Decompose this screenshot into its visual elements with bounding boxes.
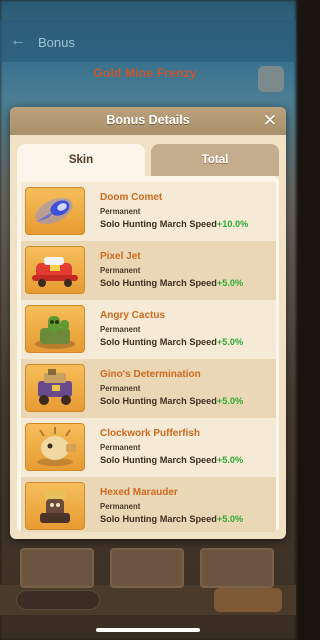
- item-name: Gino's Determination: [100, 369, 201, 380]
- background-event-banner: Gold Mine Frenzy: [93, 66, 197, 80]
- comet-icon: [25, 187, 85, 235]
- effect-label: Solo Hunting March Speed: [100, 514, 217, 524]
- item-effect: Solo Hunting March Speed+5.0%: [100, 514, 243, 524]
- background-screen-title: Bonus: [38, 35, 75, 50]
- cart-icon: [25, 364, 85, 412]
- background-card: [110, 548, 184, 588]
- item-duration: Permanent: [100, 325, 141, 334]
- bonus-value: +5.0%: [216, 337, 244, 347]
- background-card: [20, 548, 94, 588]
- item-duration: Permanent: [100, 266, 141, 275]
- bonus-details-modal: Bonus Details ✕ Skin Total Doom Comet Pe…: [10, 107, 286, 539]
- list-item: Hexed Marauder Permanent Solo Hunting Ma…: [21, 477, 276, 532]
- effect-label: Solo Hunting March Speed: [100, 278, 217, 288]
- home-indicator[interactable]: [96, 628, 200, 632]
- tab-skin[interactable]: Skin: [17, 144, 145, 176]
- skin-bonus-list[interactable]: Doom Comet Permanent Solo Hunting March …: [17, 176, 279, 532]
- list-item: Clockwork Pufferfish Permanent Solo Hunt…: [21, 418, 276, 477]
- pufferfish-icon: [25, 423, 85, 471]
- list-item: Pixel Jet Permanent Solo Hunting March S…: [21, 241, 276, 300]
- item-effect: Solo Hunting March Speed+5.0%: [100, 337, 243, 347]
- item-effect: Solo Hunting March Speed+5.0%: [100, 396, 243, 406]
- list-item: Doom Comet Permanent Solo Hunting March …: [21, 182, 276, 241]
- effect-label: Solo Hunting March Speed: [100, 337, 217, 347]
- jet-icon: [25, 246, 85, 294]
- bonus-value: +5.0%: [216, 455, 244, 465]
- item-effect: Solo Hunting March Speed+5.0%: [100, 278, 243, 288]
- effect-label: Solo Hunting March Speed: [100, 396, 217, 406]
- bonus-value: +5.0%: [216, 396, 244, 406]
- item-duration: Permanent: [100, 207, 141, 216]
- item-name: Hexed Marauder: [100, 487, 178, 498]
- bonus-value: +5.0%: [216, 514, 244, 524]
- effect-label: Solo Hunting March Speed: [100, 219, 217, 229]
- item-name: Angry Cactus: [100, 310, 166, 321]
- item-duration: Permanent: [100, 384, 141, 393]
- bonus-value: +10.0%: [216, 219, 249, 229]
- item-name: Pixel Jet: [100, 251, 141, 262]
- list-item: Gino's Determination Permanent Solo Hunt…: [21, 359, 276, 418]
- item-name: Clockwork Pufferfish: [100, 428, 201, 439]
- tab-total[interactable]: Total: [151, 144, 279, 176]
- close-icon[interactable]: ✕: [260, 111, 280, 131]
- marauder-icon: [25, 482, 85, 530]
- modal-header: Bonus Details ✕: [10, 107, 286, 135]
- item-effect: Solo Hunting March Speed+10.0%: [100, 219, 248, 229]
- cactus-icon: [25, 305, 85, 353]
- bonus-value: +5.0%: [216, 278, 244, 288]
- background-button: [214, 588, 282, 612]
- background-button: [16, 590, 100, 610]
- item-duration: Permanent: [100, 502, 141, 511]
- list-item: Angry Cactus Permanent Solo Hunting Marc…: [21, 300, 276, 359]
- item-duration: Permanent: [100, 443, 141, 452]
- modal-title: Bonus Details: [106, 113, 190, 127]
- back-arrow-icon: ←: [10, 32, 26, 49]
- background-card: [200, 548, 274, 588]
- background-widget-icon: [258, 66, 284, 92]
- item-effect: Solo Hunting March Speed+5.0%: [100, 455, 243, 465]
- effect-label: Solo Hunting March Speed: [100, 455, 217, 465]
- item-name: Doom Comet: [100, 192, 163, 203]
